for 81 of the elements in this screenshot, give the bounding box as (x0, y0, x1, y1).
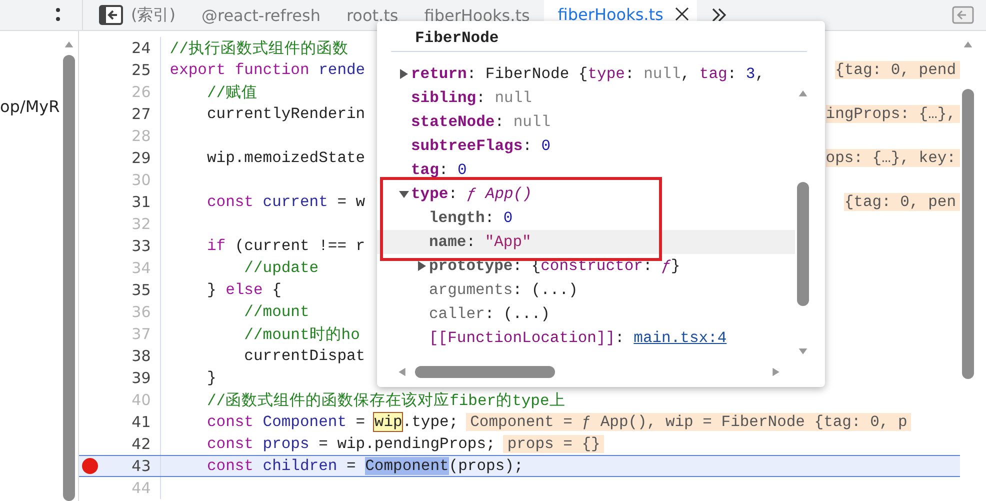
property-entry[interactable]: return: FiberNode {type: null, tag: 3, (411, 65, 765, 83)
code-line: currentDispat (243, 347, 366, 365)
line-number: 33 (130, 237, 151, 255)
file-tab[interactable]: fiberHooks.ts (398, 0, 530, 30)
close-icon[interactable] (675, 7, 690, 21)
scroll-up-icon[interactable] (962, 39, 974, 49)
line-number: 32 (130, 215, 151, 233)
inline-value: ingProps: {…}, (826, 105, 960, 123)
line-number: 38 (130, 347, 151, 365)
property-entry[interactable]: [[FunctionLocation]]: (429, 329, 634, 347)
code-line: const children = Component(props); (206, 457, 524, 475)
scroll-down-icon[interactable] (797, 346, 809, 356)
code-line: currentlyRenderin (206, 105, 366, 123)
inline-value: {tag: 0, pen (844, 193, 960, 211)
line-number: 39 (130, 369, 151, 387)
scroll-left-icon[interactable] (397, 366, 407, 378)
scroll-right-icon[interactable] (771, 366, 781, 378)
toggle-sidebar-icon[interactable] (99, 5, 123, 25)
line-number: 37 (130, 325, 151, 343)
scroll-up-icon[interactable] (63, 39, 75, 49)
file-tab[interactable]: @react-refresh (175, 0, 320, 30)
code-line: //执行函数式组件的函数 (170, 38, 348, 58)
line-number: 29 (130, 149, 151, 167)
line-number: 27 (130, 105, 151, 123)
inline-value: props = {} (503, 435, 604, 453)
code-line: //mount (243, 303, 310, 321)
toggle-panel-icon[interactable] (952, 6, 974, 24)
property-entry[interactable]: sibling: null (411, 89, 532, 107)
line-number: 34 (130, 259, 151, 277)
line-number: 42 (130, 435, 151, 453)
property-entry[interactable]: arguments: (...) (429, 281, 578, 299)
code-line: } else { (206, 281, 282, 299)
code-line: //mount时的ho (243, 324, 360, 344)
code-line: //赋值 (206, 82, 258, 102)
scroll-up-icon[interactable] (797, 88, 809, 98)
line-number: 28 (130, 127, 151, 145)
inline-value: {tag: 0, pend (835, 61, 960, 79)
line-number: 41 (130, 413, 151, 431)
collapsed-triangle-icon[interactable] (398, 68, 410, 80)
code-line: const props = wip.pendingProps; (206, 435, 496, 453)
code-line: export function rende (170, 61, 366, 79)
code-line: //函数式组件的函数保存在该对应fiber的type上 (206, 390, 566, 410)
line-number: 31 (130, 193, 151, 211)
inline-value: Component = ƒ App(), wip = FiberNode {tag: 0, p (466, 413, 912, 431)
line-number: 25 (130, 61, 151, 79)
property-entry[interactable]: caller: (...) (429, 305, 550, 323)
breakpoint-icon[interactable] (82, 458, 98, 474)
line-number: 44 (130, 479, 151, 497)
line-number: 35 (130, 281, 151, 299)
inline-value: ops: {…}, key: (826, 149, 960, 167)
collapsed-triangle-icon[interactable] (416, 260, 428, 272)
source-link[interactable]: main.tsx:4 (634, 329, 727, 347)
file-tab[interactable]: root.ts (320, 0, 398, 30)
scrollbar-thumb[interactable] (63, 55, 75, 501)
popover-title: FiberNode (415, 29, 500, 47)
line-number: 40 (130, 391, 151, 409)
scrollbar-thumb[interactable] (962, 89, 974, 379)
property-entry[interactable]: tag: 0 (411, 161, 467, 179)
property-entry[interactable]: subtreeFlags: 0 (411, 137, 551, 155)
file-tab[interactable]: (索引) (123, 0, 176, 30)
more-options-icon[interactable] (56, 7, 60, 23)
line-number: 26 (130, 83, 151, 101)
line-number: 24 (130, 39, 151, 57)
line-number: 36 (130, 303, 151, 321)
scrollbar-thumb[interactable] (415, 366, 555, 378)
code-line: const current = w (206, 193, 366, 211)
file-path[interactable]: op/MyR (0, 97, 62, 501)
property-entry[interactable]: stateNode: null (411, 113, 551, 131)
code-line: if (current !== r (206, 237, 366, 255)
scrollbar-thumb[interactable] (797, 182, 809, 306)
line-number: 43 (130, 457, 151, 475)
expanded-triangle-icon[interactable] (398, 188, 410, 200)
code-line: const Component = wip.type; (206, 413, 458, 431)
property-entry[interactable]: type: ƒ App() (411, 185, 532, 203)
property-entry[interactable]: length: 0 (429, 209, 513, 227)
code-line: } (206, 369, 216, 387)
more-tabs-icon[interactable] (711, 8, 728, 22)
line-number: 30 (130, 171, 151, 189)
code-line: //update (243, 259, 319, 277)
code-line: wip.memoizedState (206, 149, 366, 167)
property-entry[interactable]: name: "App" (429, 233, 532, 251)
